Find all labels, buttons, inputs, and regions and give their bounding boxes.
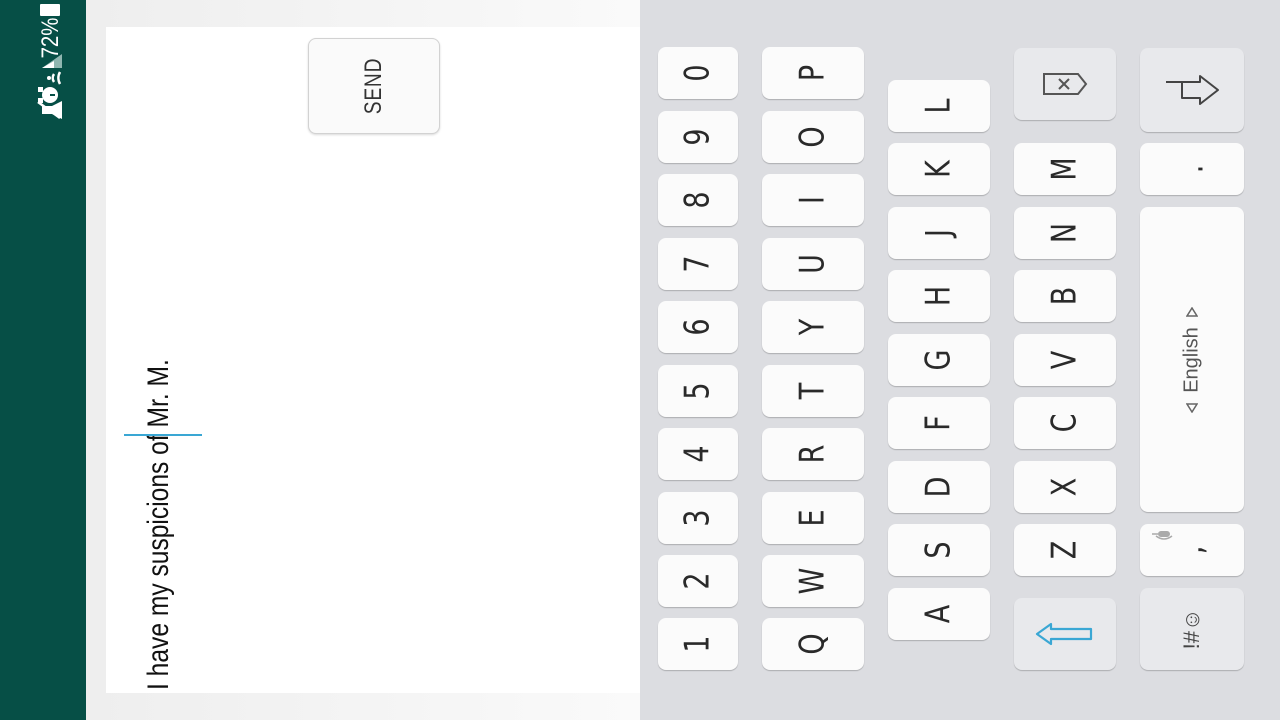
- key-i[interactable]: I: [762, 174, 864, 226]
- key-f[interactable]: F: [888, 397, 990, 449]
- key-label: W: [793, 567, 833, 595]
- key-label: I: [793, 196, 833, 204]
- key-u[interactable]: U: [762, 238, 864, 290]
- key-7[interactable]: 7: [658, 238, 738, 290]
- key-8[interactable]: 8: [658, 174, 738, 226]
- comma-key[interactable]: ,: [1140, 524, 1244, 576]
- key-w[interactable]: W: [762, 555, 864, 607]
- enter-icon: [1166, 75, 1219, 105]
- shift-key[interactable]: [1014, 598, 1116, 670]
- key-label: 9: [678, 128, 718, 146]
- keyboard: 1 2 3 4 5 6 7 8 9 0 Q W E R T Y U I O P …: [640, 0, 1280, 720]
- key-label: S: [919, 541, 959, 559]
- key-h[interactable]: H: [888, 270, 990, 322]
- key-label: 8: [678, 191, 718, 209]
- input-cursor-underline: [124, 434, 202, 436]
- key-label: 5: [678, 382, 718, 400]
- send-button[interactable]: SEND: [308, 38, 440, 134]
- enter-key[interactable]: [1140, 48, 1244, 132]
- key-label: R: [793, 444, 833, 464]
- language-next-icon: [1186, 307, 1198, 317]
- key-label: H: [919, 285, 959, 307]
- key-6[interactable]: 6: [658, 301, 738, 353]
- key-label: Y: [793, 318, 833, 336]
- key-label: B: [1045, 286, 1085, 306]
- key-9[interactable]: 9: [658, 111, 738, 163]
- message-input[interactable]: I have my suspicions of Mr. M.: [126, 150, 206, 690]
- key-s[interactable]: S: [888, 524, 990, 576]
- key-p[interactable]: P: [762, 47, 864, 99]
- key-0[interactable]: 0: [658, 47, 738, 99]
- space-key[interactable]: English: [1140, 207, 1244, 512]
- key-label: 1: [678, 635, 718, 653]
- key-label: 7: [678, 255, 718, 273]
- key-b[interactable]: B: [1014, 270, 1116, 322]
- key-1[interactable]: 1: [658, 618, 738, 670]
- key-label: G: [919, 349, 959, 371]
- key-e[interactable]: E: [762, 492, 864, 544]
- key-label: P: [793, 64, 833, 82]
- backspace-key[interactable]: [1014, 48, 1116, 120]
- language-prev-icon: [1186, 403, 1198, 413]
- symbols-key[interactable]: !#☺: [1140, 588, 1244, 670]
- key-c[interactable]: C: [1014, 397, 1116, 449]
- key-label: J: [919, 229, 959, 237]
- key-x[interactable]: X: [1014, 461, 1116, 513]
- mic-icon: [1152, 531, 1173, 540]
- key-a[interactable]: A: [888, 588, 990, 640]
- key-v[interactable]: V: [1014, 334, 1116, 386]
- message-text: I have my suspicions of Mr. M.: [142, 359, 175, 690]
- key-q[interactable]: Q: [762, 618, 864, 670]
- key-label: U: [793, 254, 833, 274]
- backspace-icon: [1043, 73, 1088, 95]
- key-j[interactable]: J: [888, 207, 990, 259]
- key-4[interactable]: 4: [658, 428, 738, 480]
- key-l[interactable]: L: [888, 80, 990, 132]
- key-k[interactable]: K: [888, 143, 990, 195]
- key-m[interactable]: M: [1014, 143, 1116, 195]
- key-label: L: [919, 98, 959, 114]
- key-d[interactable]: D: [888, 461, 990, 513]
- key-label: O: [793, 126, 833, 148]
- key-t[interactable]: T: [762, 365, 864, 417]
- period-key-label: .: [1172, 164, 1212, 174]
- symbols-key-label: !#☺: [1179, 608, 1204, 650]
- key-r[interactable]: R: [762, 428, 864, 480]
- key-n[interactable]: N: [1014, 207, 1116, 259]
- key-label: M: [1045, 157, 1085, 181]
- key-label: 4: [678, 445, 718, 463]
- key-label: 6: [678, 318, 718, 336]
- key-label: 2: [678, 572, 718, 590]
- key-3[interactable]: 3: [658, 492, 738, 544]
- key-label: A: [919, 604, 959, 624]
- key-o[interactable]: O: [762, 111, 864, 163]
- key-label: T: [793, 382, 833, 400]
- space-key-label: English: [1180, 326, 1203, 393]
- key-label: D: [919, 476, 959, 498]
- period-key[interactable]: .: [1140, 143, 1244, 195]
- key-label: 3: [678, 509, 718, 527]
- key-z[interactable]: Z: [1014, 524, 1116, 576]
- key-label: V: [1045, 350, 1085, 370]
- key-label: Z: [1045, 540, 1085, 560]
- battery-icon: [40, 4, 62, 16]
- shift-icon: [1035, 622, 1093, 646]
- comma-key-label: ,: [1172, 545, 1212, 555]
- key-label: N: [1045, 222, 1085, 244]
- key-label: F: [919, 415, 959, 431]
- key-y[interactable]: Y: [762, 301, 864, 353]
- send-button-label: SEND: [360, 57, 387, 115]
- key-label: E: [793, 509, 833, 527]
- key-label: X: [1045, 477, 1085, 497]
- key-2[interactable]: 2: [658, 555, 738, 607]
- mute-icon: [37, 100, 62, 120]
- key-g[interactable]: G: [888, 334, 990, 386]
- status-bar: 72%: [0, 0, 86, 720]
- key-label: K: [919, 160, 959, 178]
- key-label: 0: [678, 64, 718, 82]
- key-label: Q: [793, 633, 833, 655]
- key-5[interactable]: 5: [658, 365, 738, 417]
- key-label: C: [1045, 413, 1085, 433]
